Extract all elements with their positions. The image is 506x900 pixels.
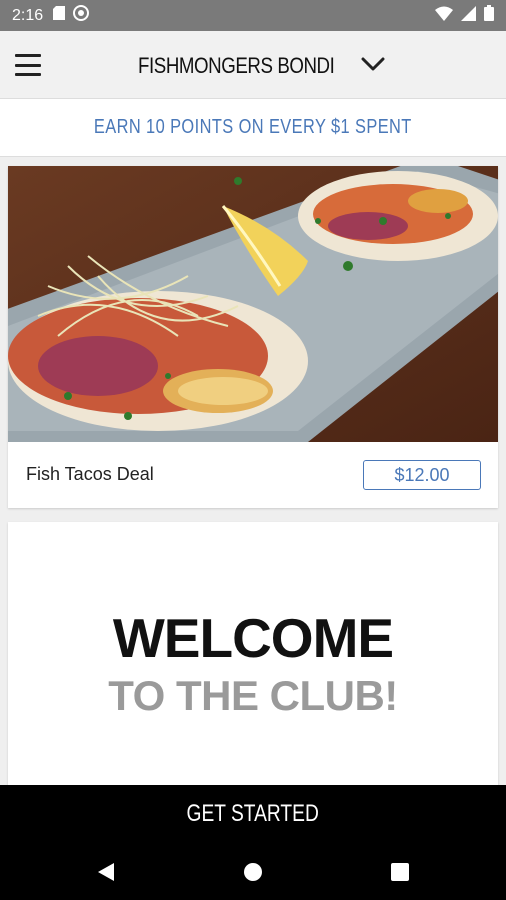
welcome-card: WELCOME TO THE CLUB! [8,522,498,786]
recents-icon[interactable] [389,861,411,883]
store-name[interactable]: FISHMONGERS BONDI [138,53,335,79]
get-started-label: GET STARTED [186,800,320,827]
status-time: 2:16 [12,6,44,24]
deal-card[interactable]: Fish Tacos Deal $12.00 [8,166,498,508]
get-started-button[interactable]: GET STARTED [0,785,506,843]
system-nav-bar [0,843,506,900]
sd-card-icon [53,6,66,25]
deal-name: Fish Tacos Deal [26,464,154,484]
signal-icon [461,5,476,26]
back-icon[interactable] [95,861,117,883]
chevron-down-icon[interactable] [360,51,386,77]
deal-image [8,166,498,442]
welcome-subtitle: TO THE CLUB! [108,672,398,719]
wifi-icon [435,6,453,26]
welcome-title: WELCOME [112,607,394,669]
status-bar: 2:16 [0,0,506,31]
battery-icon [484,5,494,26]
app-header: FISHMONGERS BONDI [0,31,506,99]
points-promo-banner: EARN 10 POINTS ON EVERY $1 SPENT [0,99,506,157]
hamburger-menu-icon[interactable] [15,54,41,76]
sync-icon [73,5,90,26]
promo-text: EARN 10 POINTS ON EVERY $1 SPENT [94,116,412,138]
home-icon[interactable] [242,861,264,883]
deal-price-button[interactable]: $12.00 [363,460,481,490]
